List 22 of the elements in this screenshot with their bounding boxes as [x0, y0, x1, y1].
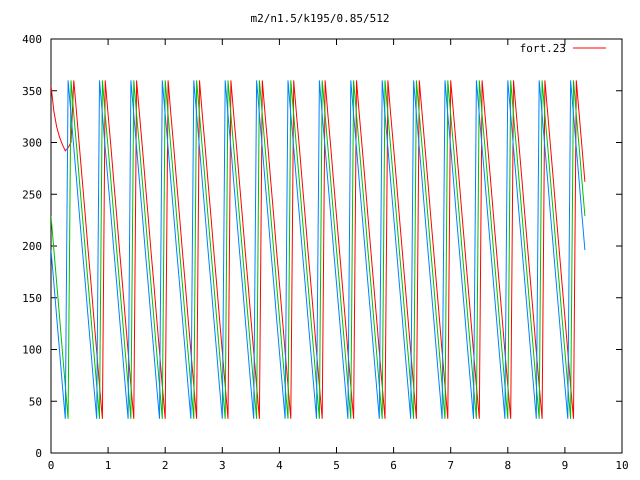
tick-label: 5 [333, 459, 340, 472]
tick-label: 6 [390, 459, 397, 472]
tick-label: 0 [35, 447, 42, 460]
tick-label: 10 [615, 459, 629, 472]
tick-label: 200 [22, 240, 42, 253]
tick-label: 150 [22, 292, 42, 305]
tick-label: 100 [22, 344, 42, 356]
tick-label: 400 [22, 33, 42, 46]
tick-label: 9 [562, 459, 568, 472]
tick-label: 300 [22, 136, 42, 150]
legend-label: fort.23 [520, 42, 566, 55]
tick-label: 250 [22, 188, 42, 202]
tick-label: 50 [28, 395, 42, 408]
tick-label: 3 [219, 459, 226, 472]
tick-label: 8 [504, 459, 512, 472]
tick-label: 0 [48, 459, 54, 472]
tick-label: 7 [447, 459, 454, 472]
chart-title: m2/n1.5/k195/0.85/512 [250, 12, 390, 25]
tick-label: 350 [22, 84, 42, 98]
tick-label: 4 [276, 459, 283, 472]
tick-label: 1 [104, 459, 112, 472]
tick-label: 2 [162, 459, 168, 472]
